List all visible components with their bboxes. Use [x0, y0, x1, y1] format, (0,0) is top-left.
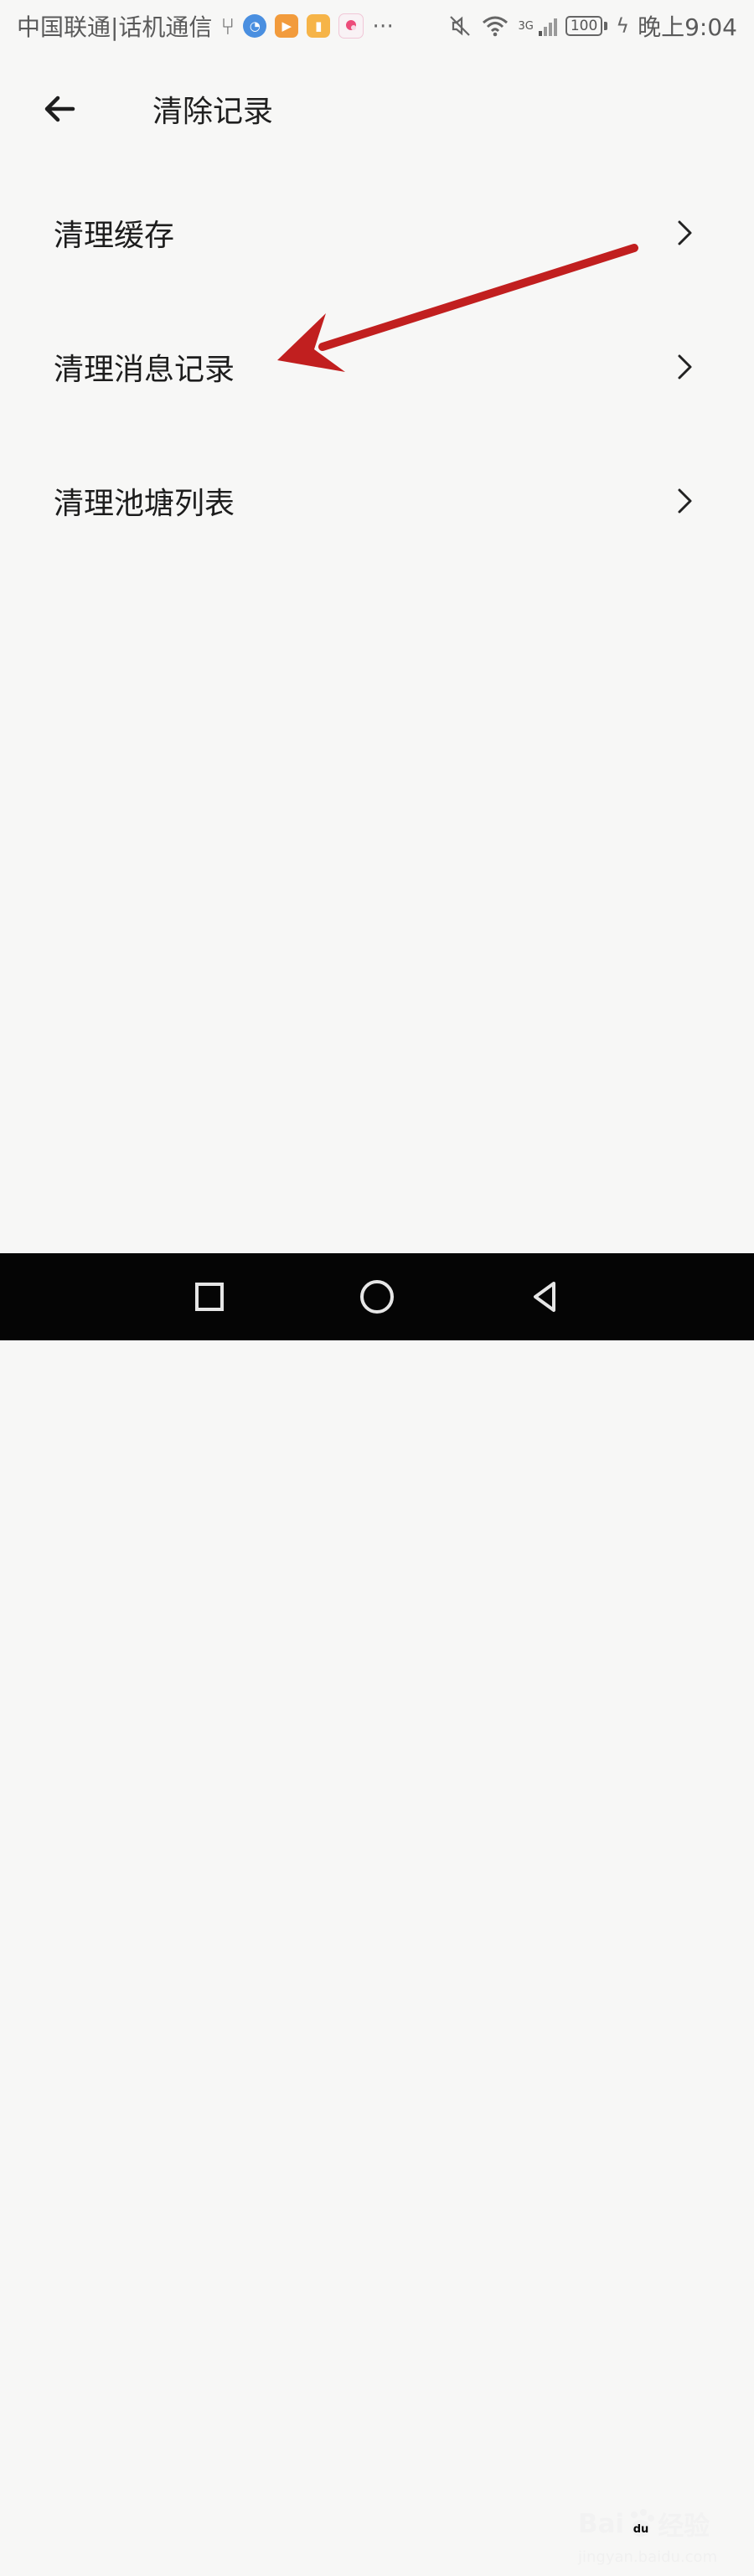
carrier-label: 中国联通|话机通信	[17, 13, 213, 41]
box-app-icon: ▮	[307, 14, 331, 38]
back-button[interactable]	[37, 87, 80, 131]
status-right: 3G 100 ϟ 晚上9:04	[447, 9, 737, 43]
watermark-site: jingyan.baidu.com	[578, 2548, 718, 2566]
menu-item-label: 清理缓存	[54, 219, 175, 253]
triangle-back-icon	[534, 1282, 555, 1312]
mute-icon	[450, 16, 471, 36]
status-time: 晚上9:04	[638, 13, 737, 41]
menu-item-label: 清理消息记录	[54, 353, 235, 387]
battery-tip	[604, 22, 608, 30]
chevron-right-icon	[678, 488, 692, 514]
chevron-right-icon	[678, 220, 692, 245]
charging-icon: ϟ	[616, 14, 630, 38]
more-notifications-icon: ⋯	[372, 13, 395, 39]
clear-pond-list-item[interactable]: 清理池塘列表	[0, 451, 754, 551]
home-button[interactable]	[360, 1280, 394, 1314]
chevron-right-icon	[678, 354, 692, 379]
usb-icon: ⑂	[220, 12, 235, 40]
baidu-watermark: Bai du 经验 jingyan.baidu.com	[578, 2505, 737, 2576]
status-bar: 中国联通|话机通信 ⑂ ◔ ▶ ▮ ⋯ 3G 100 ϟ 晚上9:04	[0, 0, 754, 52]
browser-app-icon: ◔	[243, 14, 267, 38]
status-left: 中国联通|话机通信 ⑂ ◔ ▶ ▮ ⋯	[17, 9, 394, 43]
battery-indicator: 100	[565, 16, 608, 36]
wifi-icon	[483, 16, 509, 37]
clear-cache-item[interactable]: 清理缓存	[0, 183, 754, 283]
arrow-left-icon	[44, 96, 75, 121]
network-type-label: 3G	[518, 20, 534, 33]
battery-level: 100	[565, 16, 603, 36]
svg-text:du: du	[633, 2523, 649, 2536]
watermark-brand-right: 经验	[658, 2511, 710, 2542]
menu-item-label: 清理池塘列表	[54, 487, 235, 521]
top-app-bar: 清除记录	[0, 69, 754, 148]
signal-strength-icon	[538, 16, 557, 36]
recent-apps-button[interactable]	[195, 1283, 224, 1311]
watermark-brand-left: Bai	[578, 2508, 625, 2539]
clear-message-history-item[interactable]: 清理消息记录	[0, 317, 754, 417]
video-app-icon: ▶	[275, 14, 299, 38]
page-title: 清除记录	[152, 94, 274, 129]
system-back-button[interactable]	[528, 1279, 561, 1314]
watermark-brand: Bai du 经验	[578, 2505, 710, 2542]
chat-app-icon	[338, 13, 364, 39]
system-navigation-bar: Bai du 经验 jingyan.baidu.com	[0, 1253, 754, 2566]
paw-logo-icon: du	[625, 2508, 657, 2540]
chat-bubble-icon	[346, 20, 357, 30]
